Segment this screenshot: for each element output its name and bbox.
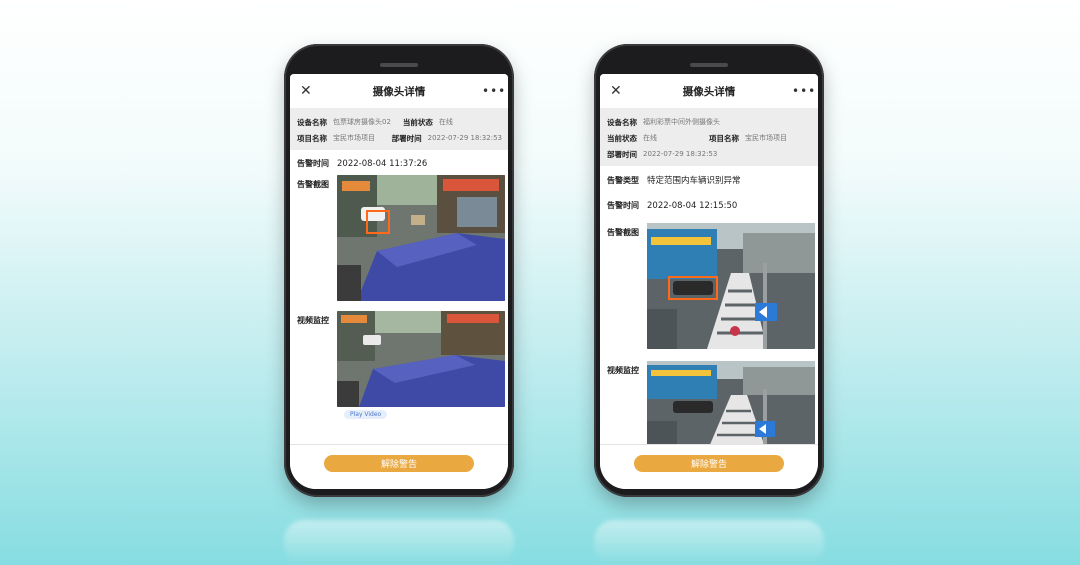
title-bar: ✕ 摄像头详情 ••• <box>600 74 818 108</box>
right-phone-reflection <box>594 520 824 565</box>
deploy-time-label: 部署时间 <box>607 149 637 159</box>
more-icon[interactable]: ••• <box>792 84 815 98</box>
alarm-time-value: 2022-08-04 12:15:50 <box>647 200 738 211</box>
page-title: 摄像头详情 <box>372 85 426 98</box>
alarm-time-value: 2022-08-04 11:37:26 <box>337 158 428 169</box>
device-name-label: 设备名称 <box>297 117 327 127</box>
info-row: 当前状态 在线 项目名称 宝民市场项目 <box>607 130 812 146</box>
alarm-fields: 告警时间 2022-08-04 11:37:26 告警截图 视频监控 Play … <box>290 158 508 419</box>
play-video-badge[interactable]: Play Video <box>344 410 388 419</box>
status-value: 在线 <box>438 118 453 126</box>
phone-speaker <box>690 63 728 67</box>
video-monitor-image[interactable] <box>647 361 815 447</box>
right-phone: ✕ 摄像头详情 ••• 设备名称 福利彩票中间外侧摄像头 当前状态 在线 项目名… <box>594 44 824 497</box>
bottom-action-bar: 解除警告 <box>600 444 818 489</box>
device-name-value: 福利彩票中间外侧摄像头 <box>643 118 720 126</box>
device-name-label: 设备名称 <box>607 117 637 127</box>
left-phone-reflection <box>284 520 514 565</box>
alarm-fields: 告警类型 特定范围内车辆识别异常 告警时间 2022-08-04 12:15:5… <box>600 174 818 447</box>
snapshot-label: 告警截图 <box>297 180 329 189</box>
alarm-time-row: 告警时间 2022-08-04 11:37:26 <box>297 158 502 169</box>
deploy-time-value: 2022-07-29 18:32:53 <box>427 134 502 142</box>
alarm-snapshot-image[interactable] <box>647 223 815 349</box>
alarm-time-label: 告警时间 <box>297 159 329 168</box>
title-bar: ✕ 摄像头详情 ••• <box>290 74 508 108</box>
deploy-time-value: 2022-07-29 18:32:53 <box>643 150 718 158</box>
project-label: 项目名称 <box>297 133 327 143</box>
info-row: 设备名称 包票球房摄像头02 当前状态 在线 <box>297 114 502 130</box>
close-icon[interactable]: ✕ <box>300 83 316 99</box>
dismiss-alarm-button[interactable]: 解除警告 <box>324 455 474 472</box>
snapshot-label: 告警截图 <box>607 228 639 237</box>
alarm-type-row: 告警类型 特定范围内车辆识别异常 <box>607 174 812 187</box>
status-value: 在线 <box>643 134 657 142</box>
project-value: 宝民市场项目 <box>333 134 375 142</box>
info-row: 设备名称 福利彩票中间外侧摄像头 <box>607 114 812 130</box>
device-info-panel: 设备名称 包票球房摄像头02 当前状态 在线 项目名称 宝民市场项目 部署时间 … <box>290 108 508 150</box>
video-label: 视频监控 <box>607 366 639 375</box>
alarm-time-label: 告警时间 <box>607 201 639 210</box>
more-icon[interactable]: ••• <box>482 84 505 98</box>
snapshot-row: 告警截图 <box>297 175 505 301</box>
video-label: 视频监控 <box>297 316 329 325</box>
project-value: 宝民市场项目 <box>745 134 787 142</box>
alarm-time-row: 告警时间 2022-08-04 12:15:50 <box>607 200 812 211</box>
phone-speaker <box>380 63 418 67</box>
alarm-snapshot-image[interactable] <box>337 175 505 301</box>
project-label: 项目名称 <box>709 133 739 143</box>
device-info-panel: 设备名称 福利彩票中间外侧摄像头 当前状态 在线 项目名称 宝民市场项目 部署时… <box>600 108 818 166</box>
alarm-type-label: 告警类型 <box>607 175 639 185</box>
info-row: 部署时间 2022-07-29 18:32:53 <box>607 146 812 162</box>
dismiss-alarm-button[interactable]: 解除警告 <box>634 455 784 472</box>
left-phone: ✕ 摄像头详情 ••• 设备名称 包票球房摄像头02 当前状态 在线 项目名称 … <box>284 44 514 497</box>
alarm-type-value: 特定范围内车辆识别异常 <box>647 176 741 186</box>
deploy-time-label: 部署时间 <box>391 133 422 143</box>
video-row: 视频监控 <box>297 311 505 407</box>
info-row: 项目名称 宝民市场项目 部署时间 2022-07-29 18:32:53 <box>297 130 502 146</box>
status-label: 当前状态 <box>402 117 433 127</box>
right-phone-screen: ✕ 摄像头详情 ••• 设备名称 福利彩票中间外侧摄像头 当前状态 在线 项目名… <box>600 74 818 489</box>
page-title: 摄像头详情 <box>682 85 736 98</box>
video-row: 视频监控 <box>607 361 815 447</box>
close-icon[interactable]: ✕ <box>610 83 626 99</box>
status-label: 当前状态 <box>607 133 637 143</box>
device-name-value: 包票球房摄像头02 <box>333 118 391 126</box>
bottom-action-bar: 解除警告 <box>290 444 508 489</box>
left-phone-screen: ✕ 摄像头详情 ••• 设备名称 包票球房摄像头02 当前状态 在线 项目名称 … <box>290 74 508 489</box>
video-monitor-image[interactable] <box>337 311 505 407</box>
snapshot-row: 告警截图 <box>607 223 815 349</box>
